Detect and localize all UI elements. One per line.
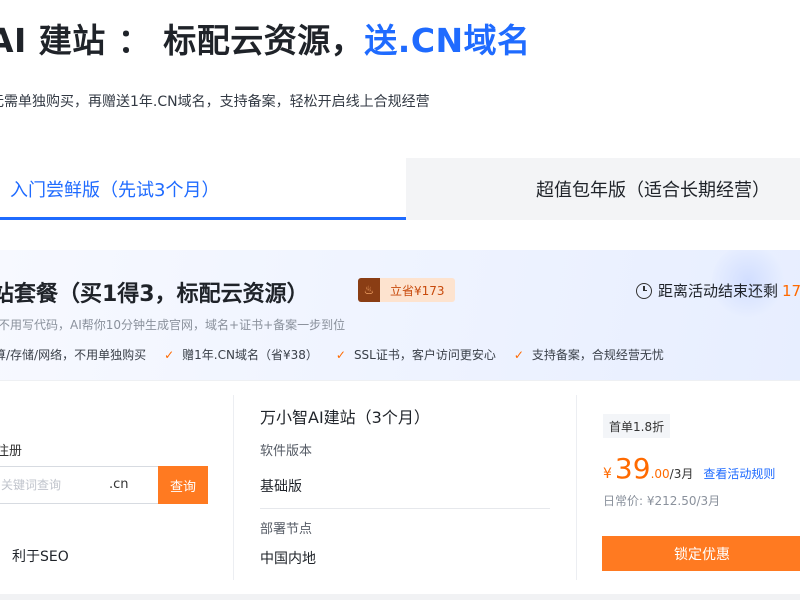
price-integer: 39	[614, 452, 651, 485]
package-title: 站套餐（买1得3，标配云资源）	[0, 282, 309, 307]
column-divider	[576, 395, 577, 580]
domain-query-button[interactable]: 查询	[158, 466, 208, 504]
countdown-label: 距离活动结束还剩	[658, 282, 779, 300]
tab-trial-plan-label: 入门尝鲜版（先试3个月）	[10, 180, 220, 201]
countdown-value: 17	[782, 281, 800, 300]
bottom-bar	[0, 594, 800, 600]
node-label: 部署节点	[260, 522, 313, 537]
price-decimal: .00	[650, 467, 670, 481]
domain-register-label: 注册	[0, 444, 23, 459]
feature-item: ✓算/存储/网络，不用单独购买	[0, 346, 146, 363]
flame-icon: ♨	[358, 278, 380, 302]
plan-tabs: 入门尝鲜版（先试3个月） 超值包年版（适合长期经营）	[0, 158, 800, 220]
domain-suffix: .cn	[109, 477, 129, 492]
seo-benefit-text: 利于SEO	[12, 549, 69, 565]
page-subtitle: 无需单独购买，再赠送1年.CN域名，支持备案，轻松开启线上合规经营	[0, 94, 430, 110]
feature-item: ✓ SSL证书，客户访问更安心	[336, 346, 496, 363]
headline-highlight: 送.CN域名	[364, 21, 531, 60]
field-divider	[260, 508, 550, 509]
headline-main: AI 建站 ： 标配云资源，	[0, 21, 365, 60]
tab-annual-plan-label: 超值包年版（适合长期经营）	[536, 180, 770, 201]
check-icon: ✓	[164, 347, 175, 362]
tab-annual-plan[interactable]: 超值包年版（适合长期经营）	[406, 158, 800, 220]
currency-symbol: ¥	[603, 466, 612, 482]
price-row: ¥ 39 .00 /3月 查看活动规则	[603, 452, 775, 485]
rules-link[interactable]: 查看活动规则	[703, 465, 775, 482]
feature-text: 支持备案，合规经营无忧	[531, 348, 664, 362]
save-badge: ♨ 立省¥173	[358, 278, 455, 302]
check-icon: ✓	[335, 347, 346, 362]
price-period: /3月	[669, 467, 694, 481]
countdown: 距离活动结束还剩 17	[636, 280, 800, 301]
first-order-badge: 首单1.8折	[603, 414, 671, 438]
feature-item: ✓ 赠1年.CN域名（省¥38）	[164, 346, 318, 363]
active-tab-indicator	[0, 217, 406, 220]
save-badge-text: 立省¥173	[380, 278, 455, 302]
clock-icon	[636, 282, 652, 299]
domain-search-box: .cn	[0, 466, 158, 504]
feature-list: ✓算/存储/网络，不用单独购买 ✓赠1年.CN域名（省¥38） ✓SSL证书，客…	[0, 346, 682, 363]
node-value[interactable]: 中国内地	[260, 548, 316, 568]
product-name: 万小智AI建站（3个月）	[260, 408, 430, 427]
domain-search-input[interactable]	[0, 467, 97, 503]
feature-text: 算/存储/网络，不用单独购买	[0, 348, 147, 362]
feature-text: 赠1年.CN域名（省¥38）	[182, 348, 318, 362]
feature-item: ✓ 支持备案，合规经营无忧	[514, 346, 664, 363]
check-icon: ✓	[513, 347, 524, 362]
lock-discount-button[interactable]: 锁定优惠	[602, 536, 800, 571]
tab-trial-plan[interactable]: 入门尝鲜版（先试3个月）	[0, 158, 406, 220]
column-divider	[233, 395, 234, 580]
package-description: 不用写代码，AI帮你10分钟生成官网，域名+证书+备案一步到位	[0, 318, 346, 332]
package-banner: 站套餐（买1得3，标配云资源） ♨ 立省¥173 距离活动结束还剩 17 不用写…	[0, 250, 800, 380]
version-value[interactable]: 基础版	[260, 476, 302, 496]
daily-price: 日常价: ¥212.50/3月	[603, 494, 721, 508]
version-label: 软件版本	[260, 444, 313, 459]
feature-text: SSL证书，客户访问更安心	[353, 348, 496, 362]
